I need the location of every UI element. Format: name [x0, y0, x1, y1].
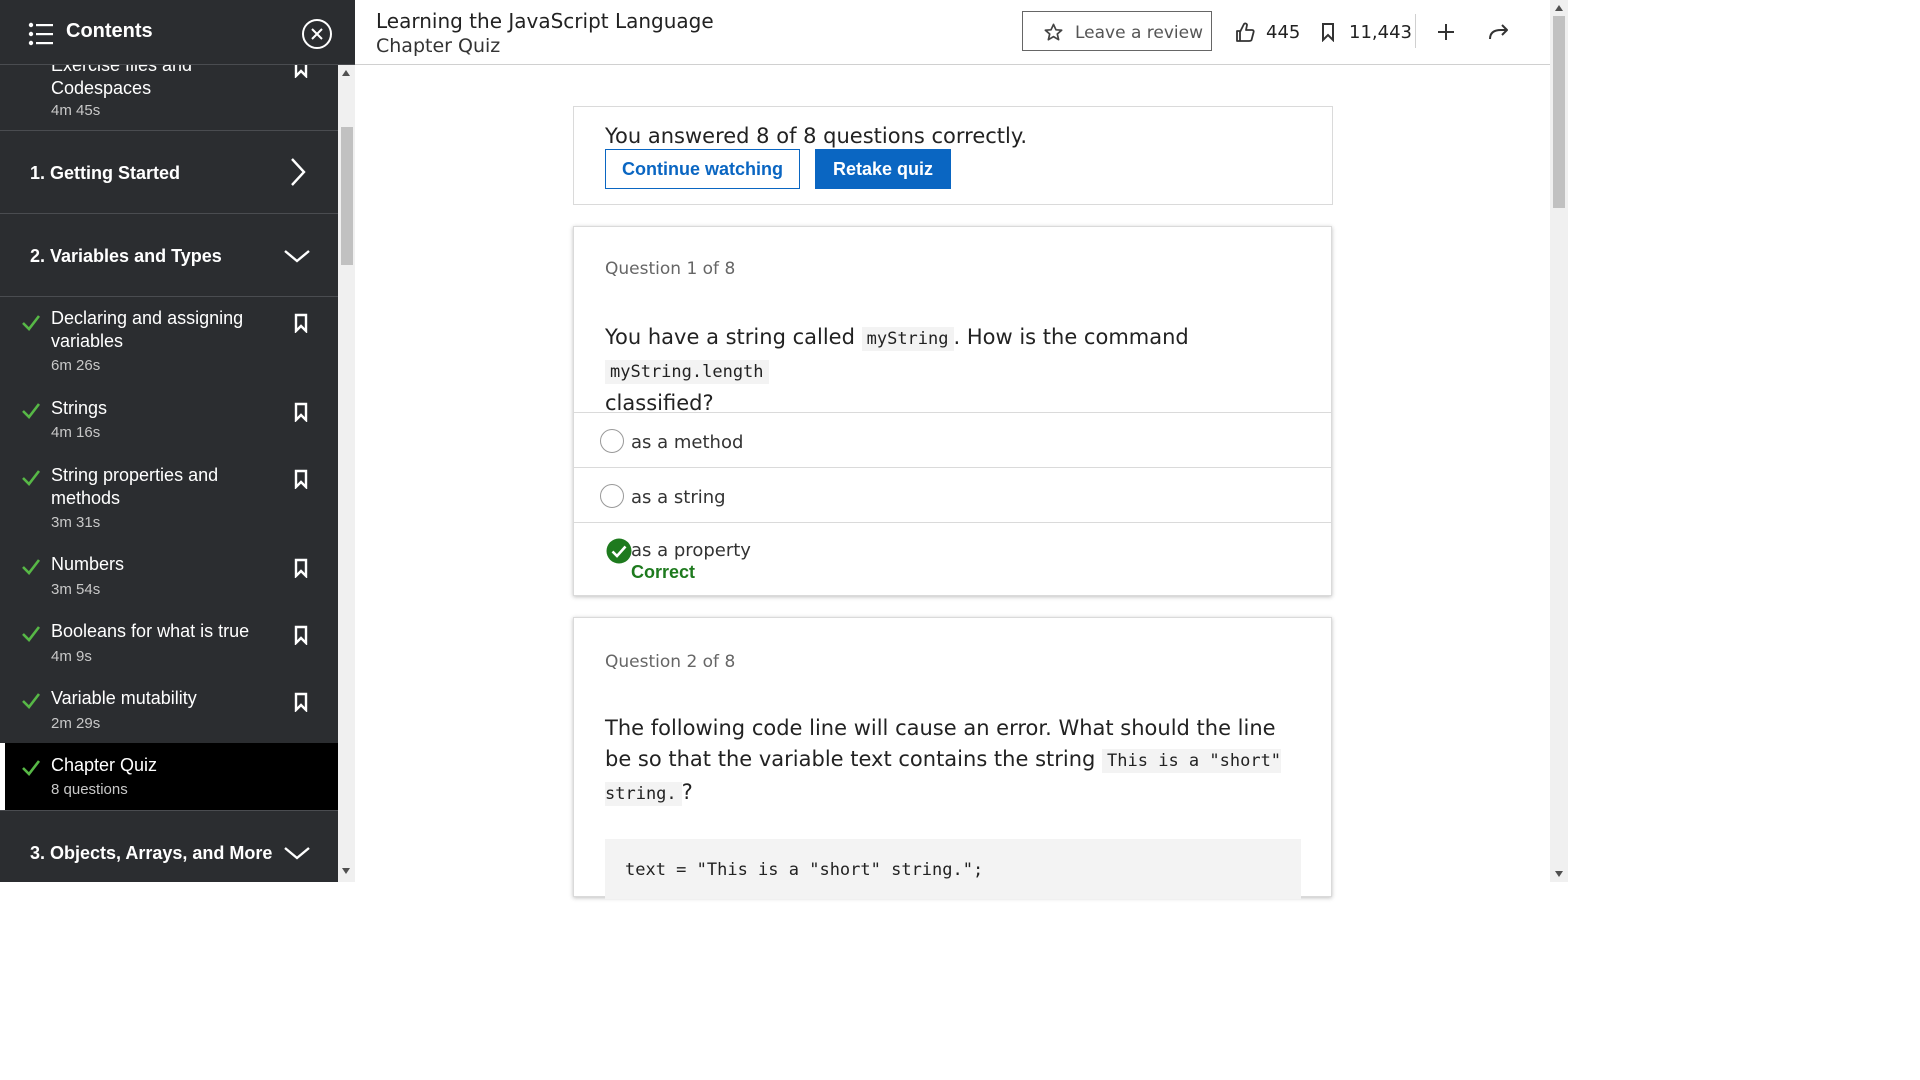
correct-check-icon — [606, 538, 632, 564]
lesson-item[interactable]: Numbers 3m 54s — [0, 545, 338, 605]
check-icon — [22, 559, 41, 575]
answer-label: as a property — [631, 540, 751, 561]
answer-option-correct[interactable]: as a property Correct — [574, 522, 1331, 596]
inline-code: myString — [861, 327, 954, 351]
lesson-duration: 8 questions — [51, 781, 128, 798]
inline-code: myString.length — [605, 360, 769, 384]
retake-quiz-button[interactable]: Retake quiz — [815, 149, 951, 189]
contents-list: Exercise files and Codespaces 4m 45s 1. … — [0, 0, 338, 882]
sidebar-header: Contents — [0, 0, 355, 65]
lesson-item-chapter-quiz[interactable]: Chapter Quiz 8 questions — [0, 743, 338, 810]
check-icon — [22, 693, 41, 709]
star-icon — [1044, 23, 1063, 41]
lesson-duration: 4m 45s — [51, 102, 101, 119]
quiz-result-text: You answered 8 of 8 questions correctly. — [605, 124, 1027, 148]
close-icon — [311, 28, 323, 40]
close-sidebar-button[interactable] — [302, 19, 332, 49]
share-icon[interactable] — [1488, 23, 1510, 41]
sidebar-scroll-thumb[interactable] — [341, 127, 353, 265]
check-icon — [22, 403, 41, 419]
chapter-2-header[interactable]: 2. Variables and Types — [0, 214, 338, 296]
chevron-down-icon — [284, 250, 310, 263]
scroll-down-arrow-icon[interactable] — [1555, 871, 1563, 877]
radio-button[interactable] — [600, 429, 624, 453]
question-card-2: Question 2 of 8 The following code line … — [573, 617, 1332, 899]
radio-button[interactable] — [600, 484, 624, 508]
lesson-title: Numbers — [51, 554, 125, 574]
continue-watching-button[interactable]: Continue watching — [605, 149, 800, 189]
check-icon — [22, 470, 41, 486]
lesson-title: Variable mutability — [51, 688, 197, 708]
page-scroll-thumb[interactable] — [1553, 16, 1565, 208]
question-number: Question 1 of 8 — [605, 259, 736, 279]
page-subtitle: Chapter Quiz — [376, 35, 501, 57]
correct-feedback: Correct — [631, 562, 696, 582]
lesson-title: String properties and methods — [51, 465, 219, 508]
lesson-item[interactable]: Declaring and assigning variables 6m 26s — [0, 297, 338, 379]
question-text-part: . How is the command — [953, 325, 1189, 349]
scroll-up-arrow-icon[interactable] — [1555, 5, 1563, 11]
question-text-part: You have a string called — [605, 325, 855, 349]
answer-option[interactable]: as a method — [574, 412, 1331, 468]
bookmark-icon[interactable] — [294, 469, 308, 489]
bookmark-icon[interactable] — [294, 402, 308, 422]
saves-count: 11,443 — [1349, 22, 1412, 43]
question-number: Question 2 of 8 — [605, 652, 736, 672]
sidebar-title: Contents — [66, 20, 153, 42]
question-card-1: Question 1 of 8 You have a string called… — [573, 226, 1332, 596]
lesson-title: Declaring and assigning variables — [51, 308, 244, 351]
check-icon — [22, 626, 41, 642]
divider — [1415, 14, 1416, 48]
lesson-duration: 2m 29s — [51, 715, 101, 732]
question-text: The following code line will cause an er… — [605, 713, 1295, 810]
lesson-duration: 3m 31s — [51, 514, 101, 531]
chapter-title: 1. Getting Started — [30, 163, 181, 183]
bookmark-icon[interactable] — [294, 558, 308, 578]
bookmark-icon[interactable] — [1321, 22, 1335, 42]
chevron-down-icon — [284, 847, 310, 860]
lesson-title: Chapter Quiz — [51, 755, 158, 775]
leave-review-button[interactable]: Leave a review — [1022, 11, 1212, 51]
lesson-duration: 3m 54s — [51, 581, 101, 598]
question-text-part: ? — [681, 780, 693, 804]
check-icon — [22, 760, 41, 776]
code-block: text = "This is a "short" string."; — [605, 839, 1301, 899]
scroll-up-arrow-icon[interactable] — [342, 70, 350, 76]
leave-review-label: Leave a review — [1075, 23, 1204, 43]
sidebar: Exercise files and Codespaces 4m 45s 1. … — [0, 0, 355, 882]
lesson-item[interactable]: Strings 4m 16s — [0, 389, 338, 449]
chapter-title: 3. Objects, Arrays, and More — [30, 843, 273, 863]
chapter-1-header[interactable]: 1. Getting Started — [0, 131, 338, 213]
check-icon — [22, 315, 41, 331]
plus-icon[interactable] — [1437, 23, 1455, 41]
lesson-duration: 4m 16s — [51, 424, 101, 441]
quiz-result-card: You answered 8 of 8 questions correctly.… — [573, 106, 1333, 205]
answer-option[interactable]: as a string — [574, 467, 1331, 523]
chevron-right-icon — [291, 158, 306, 186]
lesson-duration: 4m 9s — [51, 648, 92, 665]
main-content: You answered 8 of 8 questions correctly.… — [355, 65, 1550, 899]
lesson-title: Booleans for what is true — [51, 621, 250, 641]
lesson-item[interactable]: String properties and methods 3m 31s — [0, 456, 338, 538]
answer-label: as a method — [631, 432, 744, 453]
lesson-item[interactable]: Variable mutability 2m 29s — [0, 679, 338, 739]
lesson-title-line2: Codespaces — [51, 78, 152, 98]
bookmark-icon[interactable] — [294, 625, 308, 645]
lesson-item[interactable]: Booleans for what is true 4m 9s — [0, 612, 338, 672]
code-line: text = "This is a "short" string."; — [625, 860, 984, 880]
likes-count: 445 — [1266, 22, 1301, 43]
chapter-title: 2. Variables and Types — [30, 246, 222, 266]
like-icon[interactable] — [1235, 21, 1255, 43]
answer-label: as a string — [631, 487, 726, 508]
course-title: Learning the JavaScript Language — [376, 9, 714, 33]
top-bar: Learning the JavaScript Language Chapter… — [355, 0, 1550, 65]
list-icon — [28, 22, 53, 46]
chapter-3-header[interactable]: 3. Objects, Arrays, and More — [0, 811, 338, 882]
lesson-title: Strings — [51, 398, 108, 418]
bookmark-icon[interactable] — [294, 692, 308, 712]
scroll-down-arrow-icon[interactable] — [342, 868, 350, 874]
question-text: You have a string called myString. How i… — [605, 322, 1295, 419]
bookmark-icon[interactable] — [294, 313, 308, 333]
lesson-duration: 6m 26s — [51, 357, 101, 374]
